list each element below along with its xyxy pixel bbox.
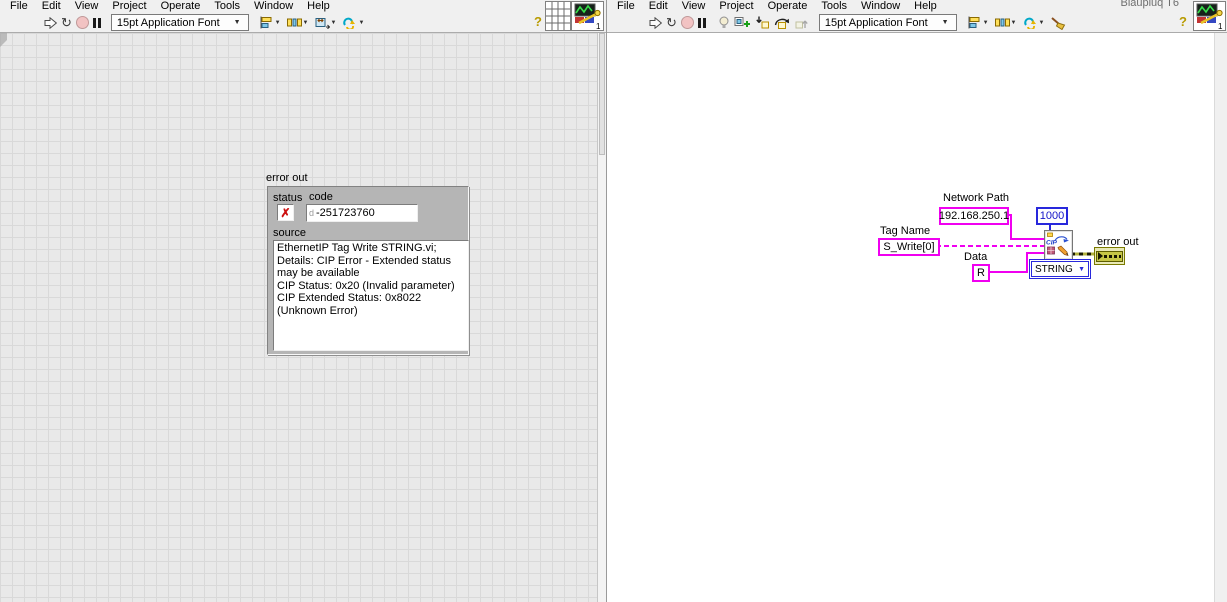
run-icon[interactable] <box>44 14 57 31</box>
chevron-down-icon: ▼ <box>234 19 241 26</box>
menubar: File Edit View Project Operate Tools Win… <box>0 0 606 13</box>
block-diagram-window: Blaupluq T6 File Edit View Project Opera… <box>607 0 1227 602</box>
menu-help[interactable]: Help <box>300 0 337 13</box>
distribute-objects-icon[interactable]: ▼ <box>995 14 1019 31</box>
toolbar: ↻ 15pt Application Font ▼ ▼ ▼ <box>607 13 1227 33</box>
toolbar: ↻ 15pt Application Font ▼ ▼ ▼ ▼ ▼ ? <box>0 13 606 33</box>
data-label: Data <box>964 251 987 263</box>
error-out-indicator[interactable] <box>1094 247 1125 265</box>
front-panel-window: File Edit View Project Operate Tools Win… <box>0 0 607 602</box>
context-help-icon[interactable]: ? <box>534 14 542 29</box>
menu-operate[interactable]: Operate <box>761 0 815 13</box>
status-checkbox[interactable]: ✗ <box>277 204 294 221</box>
menu-file[interactable]: File <box>610 0 642 13</box>
align-objects-icon[interactable]: ▼ <box>259 14 283 31</box>
panel-origin-marker <box>0 33 14 47</box>
menu-edit[interactable]: Edit <box>642 0 675 13</box>
chevron-down-icon: ▼ <box>1078 266 1085 273</box>
highlight-execution-icon[interactable] <box>718 14 730 31</box>
retain-wire-values-icon[interactable] <box>734 14 751 31</box>
chevron-down-icon: ▼ <box>303 20 309 26</box>
network-path-label: Network Path <box>943 192 1009 204</box>
run-continuously-icon[interactable]: ↻ <box>61 14 72 31</box>
vi-icon[interactable]: 1 <box>571 1 604 31</box>
font-selector-label: 15pt Application Font <box>117 17 220 29</box>
chevron-down-icon: ▼ <box>331 20 337 26</box>
pause-icon[interactable] <box>698 14 706 31</box>
distribute-objects-icon[interactable]: ▼ <box>287 14 311 31</box>
status-x-icon: ✗ <box>280 206 290 220</box>
clean-up-diagram-icon[interactable] <box>1050 14 1066 31</box>
connector-pane-icon[interactable] <box>545 1 571 31</box>
type-selector-dropdown[interactable]: STRING ▼ <box>1031 261 1089 277</box>
run-icon[interactable] <box>649 14 662 31</box>
menu-view[interactable]: View <box>68 0 106 13</box>
svg-text:1: 1 <box>596 22 601 30</box>
chevron-down-icon: ▼ <box>942 19 949 26</box>
scrollbar-thumb[interactable] <box>599 33 605 155</box>
tag-name-label: Tag Name <box>880 225 930 237</box>
code-field[interactable]: d -251723760 <box>306 204 418 222</box>
code-value: -251723760 <box>316 207 375 219</box>
menu-tools[interactable]: Tools <box>207 0 247 13</box>
svg-text:1: 1 <box>1218 22 1223 30</box>
menu-file[interactable]: File <box>3 0 35 13</box>
menu-project[interactable]: Project <box>712 0 760 13</box>
menu-help[interactable]: Help <box>907 0 944 13</box>
step-into-icon[interactable] <box>755 14 770 31</box>
status-label: status <box>273 192 302 204</box>
network-path-constant[interactable]: 192.168.250.1 <box>939 207 1009 225</box>
type-selector-value: STRING <box>1035 264 1073 275</box>
panel-vertical-scrollbar[interactable] <box>597 33 606 602</box>
ethernetip-tag-write-node[interactable]: CIP <box>1044 230 1073 260</box>
menu-view[interactable]: View <box>675 0 713 13</box>
timeout-constant[interactable]: 1000 <box>1036 207 1068 225</box>
front-panel[interactable]: error out status code ✗ d -251723760 sou… <box>0 33 598 602</box>
font-selector[interactable]: 15pt Application Font ▼ <box>111 14 249 31</box>
font-selector-label: 15pt Application Font <box>825 17 928 29</box>
reorder-objects-icon[interactable]: ▼ <box>1023 14 1047 31</box>
data-constant[interactable]: R <box>972 264 990 282</box>
cip-write-icon: CIP <box>1045 231 1070 257</box>
align-objects-icon[interactable]: ▼ <box>967 14 991 31</box>
chevron-down-icon: ▼ <box>1039 20 1045 26</box>
svg-text:CIP: CIP <box>1046 240 1058 247</box>
menu-window[interactable]: Window <box>854 0 907 13</box>
menu-project[interactable]: Project <box>105 0 153 13</box>
source-textbox[interactable]: EthernetIP Tag Write STRING.vi; Details:… <box>273 240 469 351</box>
code-label: code <box>309 191 333 203</box>
wires <box>607 33 1215 602</box>
error-out-cluster[interactable]: status code ✗ d -251723760 source Ethern… <box>267 186 469 355</box>
tag-name-constant[interactable]: S_Write[0] <box>878 238 940 256</box>
pause-icon[interactable] <box>93 14 101 31</box>
menu-edit[interactable]: Edit <box>35 0 68 13</box>
window-title-fragment: Blaupluq T6 <box>1120 0 1179 9</box>
step-over-icon[interactable] <box>774 14 790 31</box>
resize-objects-icon[interactable]: ▼ <box>315 14 339 31</box>
diagram-vertical-scrollbar[interactable] <box>1214 33 1227 602</box>
menu-tools[interactable]: Tools <box>814 0 854 13</box>
chevron-down-icon: ▼ <box>983 20 989 26</box>
menu-window[interactable]: Window <box>247 0 300 13</box>
error-cluster-label: error out <box>266 172 308 184</box>
abort-execution-icon[interactable] <box>681 14 694 31</box>
run-continuously-icon[interactable]: ↻ <box>666 14 677 31</box>
font-selector[interactable]: 15pt Application Font ▼ <box>819 14 957 31</box>
menu-operate[interactable]: Operate <box>154 0 208 13</box>
vi-icon[interactable]: 1 <box>1193 1 1226 31</box>
source-label: source <box>273 227 306 239</box>
abort-execution-icon[interactable] <box>76 14 89 31</box>
context-help-icon[interactable]: ? <box>1179 14 1187 29</box>
chevron-down-icon: ▼ <box>358 20 364 26</box>
block-diagram[interactable]: Network Path 192.168.250.1 1000 Tag Name… <box>607 33 1215 602</box>
step-out-icon[interactable] <box>794 14 809 31</box>
radix-indicator: d <box>307 208 316 218</box>
error-cluster-glyph <box>1096 251 1123 262</box>
reorder-objects-icon[interactable]: ▼ <box>342 14 366 31</box>
chevron-down-icon: ▼ <box>275 20 281 26</box>
chevron-down-icon: ▼ <box>1011 20 1017 26</box>
